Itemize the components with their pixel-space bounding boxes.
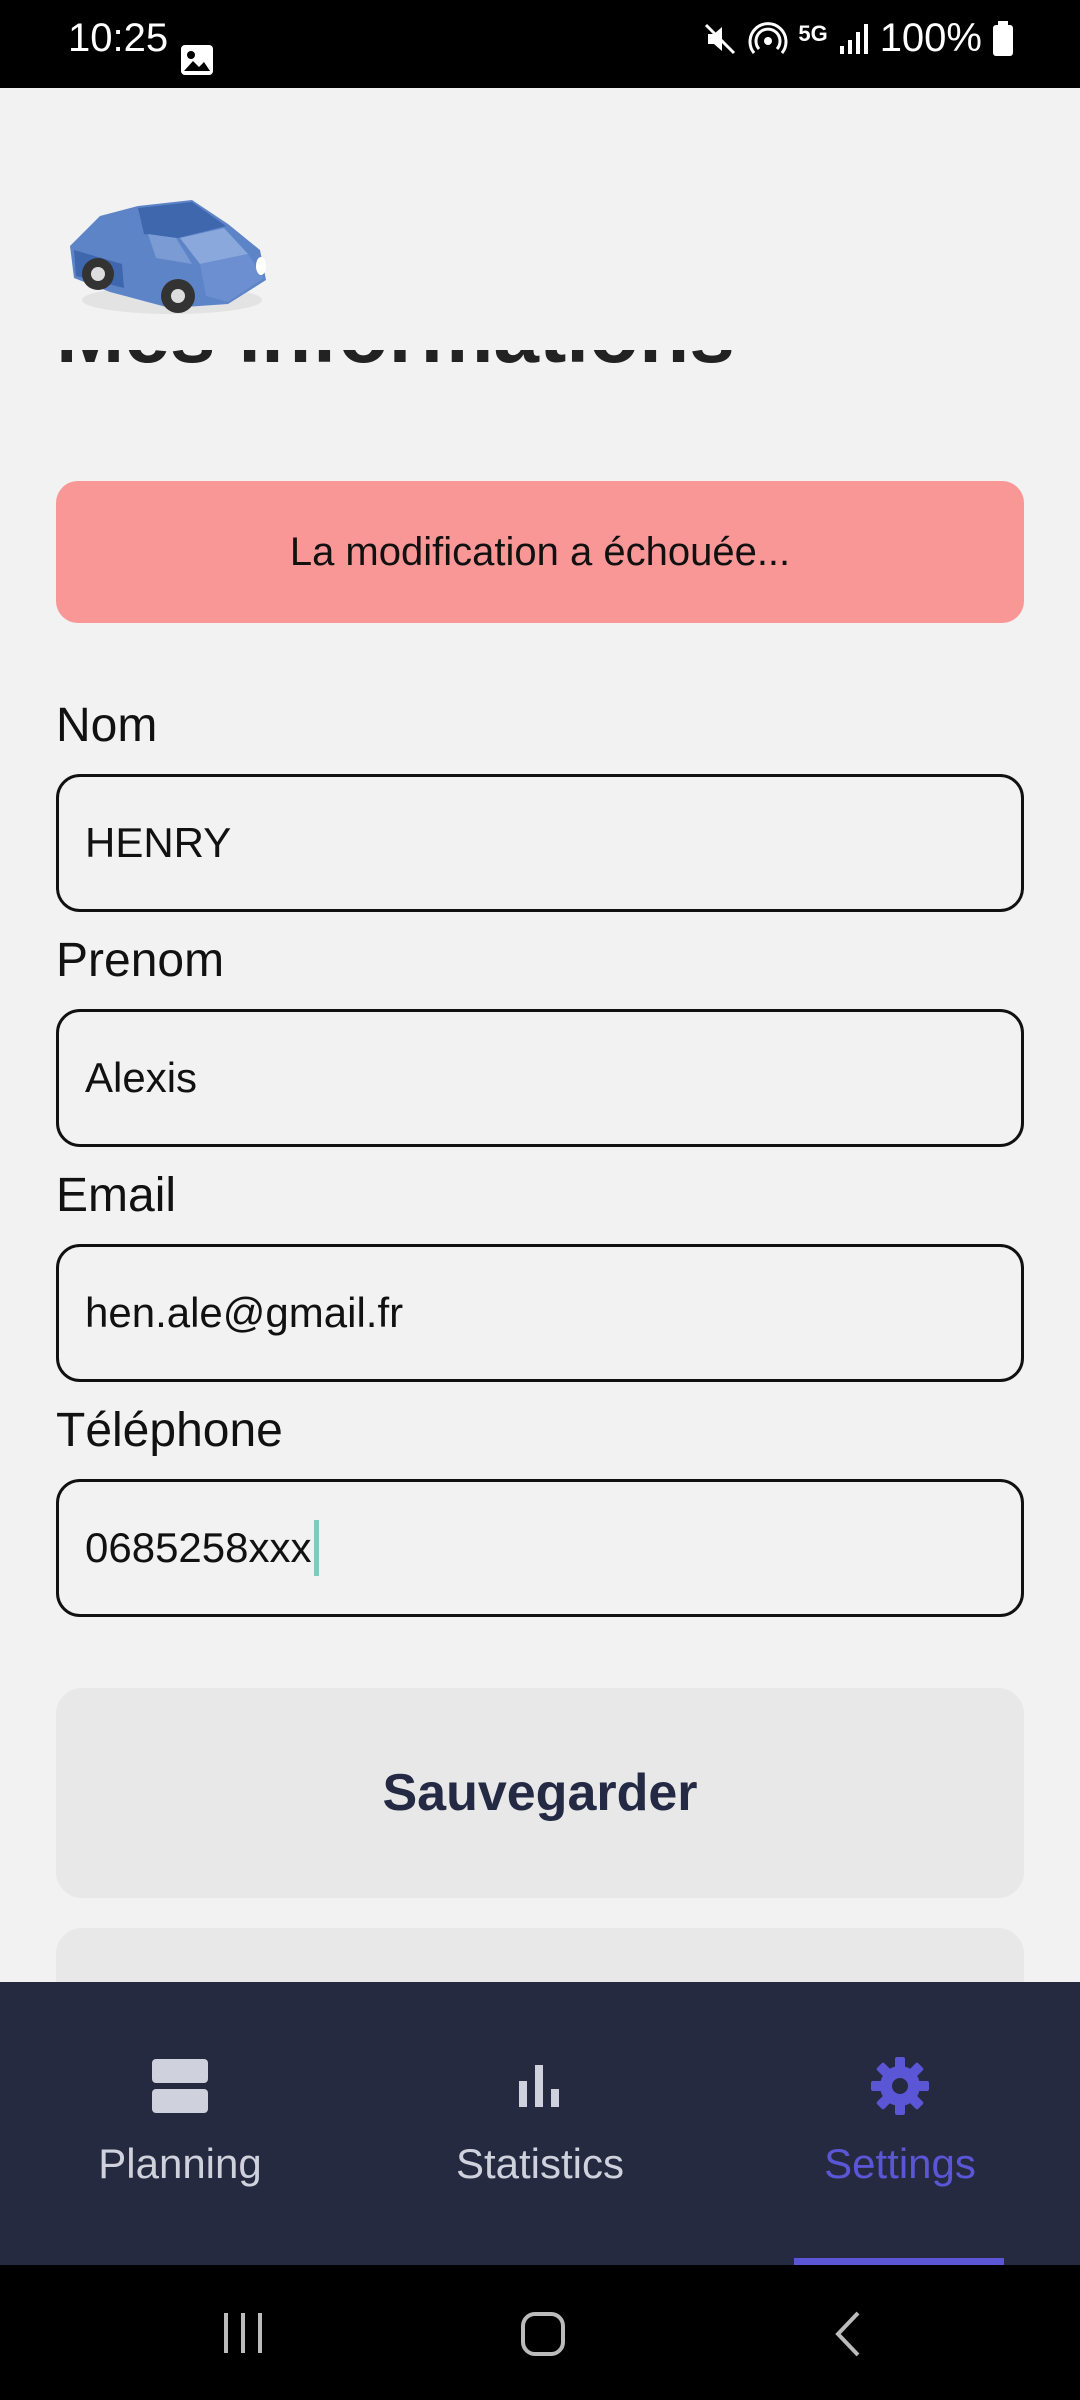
prenom-value: Alexis xyxy=(85,1054,198,1101)
settings-screen: Mes informations La modification a échou… xyxy=(0,88,1080,1982)
email-input[interactable]: hen.ale@gmail.fr xyxy=(56,1244,1024,1382)
signal-icon xyxy=(839,23,868,54)
error-alert: La modification a échouée... xyxy=(56,481,1024,623)
nav-label-settings: Settings xyxy=(824,2140,976,2187)
telephone-label: Téléphone xyxy=(56,1404,283,1457)
nav-item-statistics[interactable]: Statistics xyxy=(420,1982,660,2265)
email-value: hen.ale@gmail.fr xyxy=(85,1289,404,1336)
gear-icon xyxy=(869,2054,931,2118)
status-bar: 10:25 5G 100% xyxy=(0,0,1080,88)
status-icons: 5G 100% xyxy=(702,16,1014,61)
gallery-icon xyxy=(181,45,213,75)
email-label: Email xyxy=(56,1169,177,1222)
battery-percent: 100% xyxy=(879,16,982,60)
bottom-navigation: Planning Statistics Settings xyxy=(0,1982,1080,2265)
status-time: 10:25 xyxy=(68,16,169,60)
save-button-label: Sauvegarder xyxy=(382,1764,698,1822)
hotspot-icon xyxy=(748,21,788,54)
recent-apps-icon[interactable] xyxy=(220,2311,266,2355)
prenom-input[interactable]: Alexis xyxy=(56,1009,1024,1147)
nav-label-planning: Planning xyxy=(98,2140,262,2187)
nom-input[interactable]: HENRY xyxy=(56,774,1024,912)
system-navigation-bar xyxy=(0,2265,1080,2400)
network-5g-icon: 5G xyxy=(798,20,828,46)
text-caret xyxy=(313,1520,319,1576)
nav-item-settings[interactable]: Settings xyxy=(780,1982,1020,2265)
secondary-button[interactable] xyxy=(56,1928,1024,1982)
nom-value: HENRY xyxy=(85,819,232,866)
car-logo xyxy=(70,200,266,314)
home-icon[interactable] xyxy=(520,2311,566,2357)
planning-icon xyxy=(150,2054,210,2118)
nav-item-planning[interactable]: Planning xyxy=(60,1982,300,2265)
battery-icon xyxy=(993,20,1013,56)
mute-icon xyxy=(705,23,736,54)
telephone-input[interactable]: 0685258xxx xyxy=(56,1479,1024,1617)
nom-label: Nom xyxy=(56,699,158,752)
error-alert-text: La modification a échouée... xyxy=(289,529,791,574)
back-icon[interactable] xyxy=(830,2309,866,2359)
active-tab-indicator xyxy=(794,2258,1004,2265)
bar-chart-icon xyxy=(517,2054,563,2118)
telephone-value: 0685258xxx xyxy=(85,1524,312,1571)
save-button[interactable]: Sauvegarder xyxy=(56,1688,1024,1898)
nav-label-statistics: Statistics xyxy=(455,2140,625,2187)
prenom-label: Prenom xyxy=(56,934,225,987)
